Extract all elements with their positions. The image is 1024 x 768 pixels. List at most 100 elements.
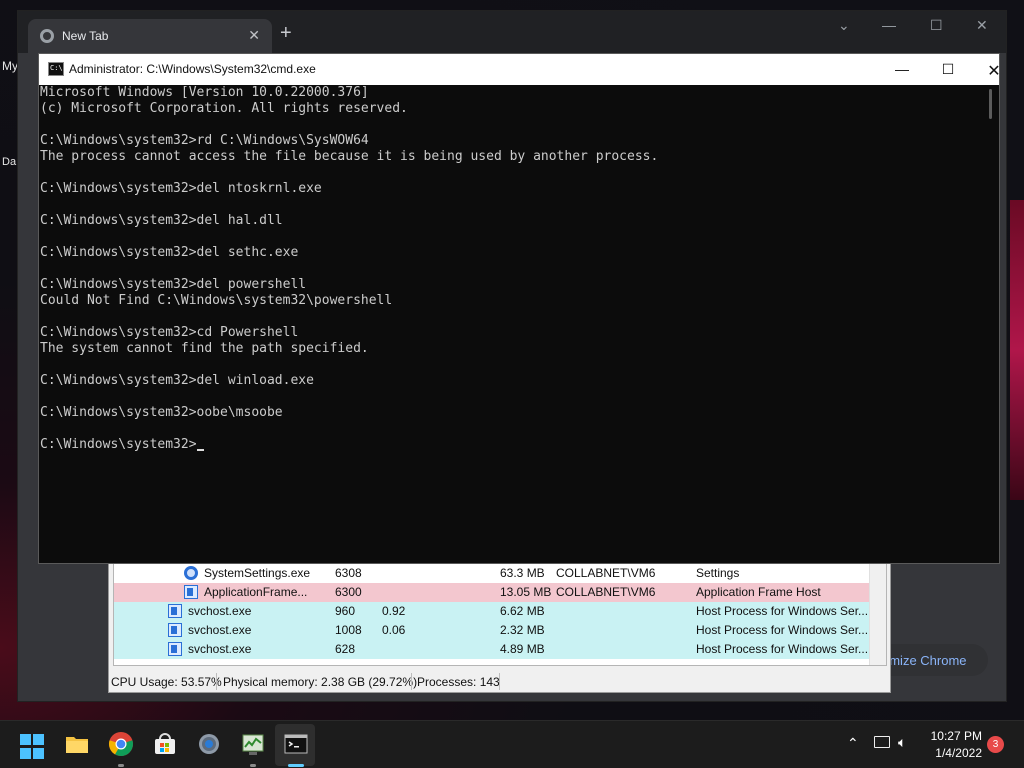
process-memory: 13.05 MB <box>500 585 552 599</box>
console-line: C:\Windows\system32>oobe\msoobe <box>40 405 283 420</box>
console-line: C:\Windows\system32>del winload.exe <box>40 373 314 388</box>
process-name: svchost.exe <box>188 604 252 618</box>
minimize-button[interactable]: — <box>879 54 925 85</box>
clock-time[interactable]: 10:27 PM <box>926 729 982 743</box>
terminal-icon[interactable] <box>283 731 309 757</box>
close-button[interactable]: ✕ <box>971 54 1017 85</box>
task-manager-window[interactable]: svchost.exe 628 4.89 MB Host Process for Wi… <box>108 563 891 693</box>
settings-icon[interactable] <box>196 731 222 757</box>
console-line: Microsoft Windows [Version 10.0.22000.37… <box>40 85 369 100</box>
console-line: C:\Windows\system32>del ntoskrnl.exe <box>40 181 322 196</box>
start-icon[interactable] <box>20 734 46 760</box>
process-name: svchost.exe <box>188 642 252 656</box>
chrome-icon[interactable] <box>108 731 134 757</box>
process-memory: 63.3 MB <box>500 566 545 580</box>
console-line: C:\Windows\system32>del powershell <box>40 277 307 292</box>
process-list-scrollbar[interactable] <box>869 564 886 665</box>
task-manager-status-bar: CPU Usage: 53.57% Physical memory: 2.38 … <box>109 670 890 692</box>
taskbar: ⌃ 🔈︎ 10:27 PM 1/4/2022 <box>0 720 1024 768</box>
volume-icon[interactable]: 🔈︎ <box>898 734 906 751</box>
new-tab-button[interactable]: + <box>280 23 292 43</box>
process-pid: 628 <box>335 642 356 656</box>
wallpaper-accent <box>1010 200 1024 500</box>
maximize-icon[interactable]: ☐ <box>930 17 943 34</box>
process-name: SystemSettings.exe <box>204 566 311 580</box>
network-icon[interactable] <box>874 736 890 748</box>
close-tab-icon[interactable]: ✕ <box>248 27 260 44</box>
tab-search-icon[interactable]: ⌄ <box>838 17 850 34</box>
window-icon <box>184 585 198 599</box>
console-line: C:\Windows\system32>cd Powershell <box>40 325 299 340</box>
window-icon <box>168 623 182 637</box>
cmd-window[interactable]: Administrator: C:\Windows\System32\cmd.e… <box>38 53 1001 564</box>
cmd-running-indicator <box>288 764 304 767</box>
minimize-icon[interactable]: — <box>882 17 896 33</box>
process-user: COLLABNET\VM6 <box>556 566 656 580</box>
chrome-tab-title: New Tab <box>62 29 109 43</box>
maximize-button[interactable]: ☐ <box>925 54 971 85</box>
process-row[interactable]: ApplicationFrame... 6300 13.05 MB COLLABNET… <box>114 583 870 602</box>
process-row[interactable]: SystemSettings.exe 6308 63.3 MB COLLABNET\V… <box>114 564 870 583</box>
cmd-title-bar[interactable]: Administrator: C:\Windows\System32\cmd.e… <box>39 54 1001 85</box>
console-line: (c) Microsoft Corporation. All rights re… <box>40 101 408 116</box>
cmd-app-icon <box>48 62 64 76</box>
console-output[interactable]: Microsoft Windows [Version 10.0.22000.37… <box>39 85 999 563</box>
process-cpu: 0.92 <box>382 604 406 618</box>
process-row[interactable]: svchost.exe 960 0.92 6.62 MB Host Process fo… <box>114 602 870 621</box>
process-memory: 6.62 MB <box>500 604 545 618</box>
process-description: Application Frame Host <box>696 585 821 599</box>
process-description: Host Process for Windows Ser... <box>696 623 869 637</box>
store-icon[interactable] <box>152 731 178 757</box>
process-pid: 960 <box>335 604 356 618</box>
close-icon[interactable]: ✕ <box>976 17 988 34</box>
process-description: Settings <box>696 566 740 580</box>
process-memory: 4.89 MB <box>500 642 545 656</box>
task-manager-icon[interactable] <box>240 731 266 757</box>
scrollbar-thumb[interactable] <box>989 89 992 119</box>
console-line: C:\Windows\system32> <box>40 437 999 453</box>
file-explorer-icon[interactable] <box>64 731 90 757</box>
task-manager-running-indicator <box>250 764 256 767</box>
process-pid: 6308 <box>335 566 362 580</box>
notification-badge[interactable]: 3 <box>987 736 1004 753</box>
process-pid: 6300 <box>335 585 362 599</box>
process-row[interactable]: svchost.exe 628 4.89 MB Host Process for Wi… <box>114 640 870 659</box>
chrome-tab-strip: New Tab ✕ + ⌄ — ☐ ✕ <box>18 11 1006 53</box>
console-line: The system cannot find the path specifie… <box>40 341 369 356</box>
desktop-label-my[interactable]: My <box>2 59 18 73</box>
text-cursor <box>196 449 204 451</box>
status-divider <box>499 673 500 690</box>
clock-date[interactable]: 1/4/2022 <box>926 746 982 760</box>
process-description: Host Process for Windows Ser... <box>696 604 869 618</box>
process-row[interactable]: svchost.exe 1008 0.06 2.32 MB Host Process f… <box>114 621 870 640</box>
processes-count-text: Processes: 143 <box>417 675 500 689</box>
desktop-label-da[interactable]: Da <box>2 156 16 168</box>
console-scrollbar[interactable] <box>983 85 999 563</box>
console-line: Could Not Find C:\Windows\system32\power… <box>40 293 393 308</box>
process-memory: 2.32 MB <box>500 623 545 637</box>
process-list[interactable]: svchost.exe 628 4.89 MB Host Process for Wi… <box>113 564 887 666</box>
process-name: ApplicationFrame... <box>204 585 308 599</box>
console-line: C:\Windows\system32>rd C:\Windows\SysWOW… <box>40 133 369 148</box>
cpu-usage-text: CPU Usage: 53.57% <box>111 675 222 689</box>
show-hidden-icons-icon[interactable]: ⌃ <box>847 735 859 752</box>
chrome-running-indicator <box>118 764 124 767</box>
physical-memory-text: Physical memory: 2.38 GB (29.72%) <box>223 675 418 689</box>
process-pid: 1008 <box>335 623 362 637</box>
gear-icon <box>184 566 198 580</box>
chrome-favicon-icon <box>40 29 54 43</box>
chrome-tab-new-tab[interactable]: New Tab ✕ <box>28 19 272 53</box>
status-divider <box>411 673 412 690</box>
window-icon <box>168 604 182 618</box>
status-divider <box>216 673 217 690</box>
process-description: Host Process for Windows Ser... <box>696 642 869 656</box>
